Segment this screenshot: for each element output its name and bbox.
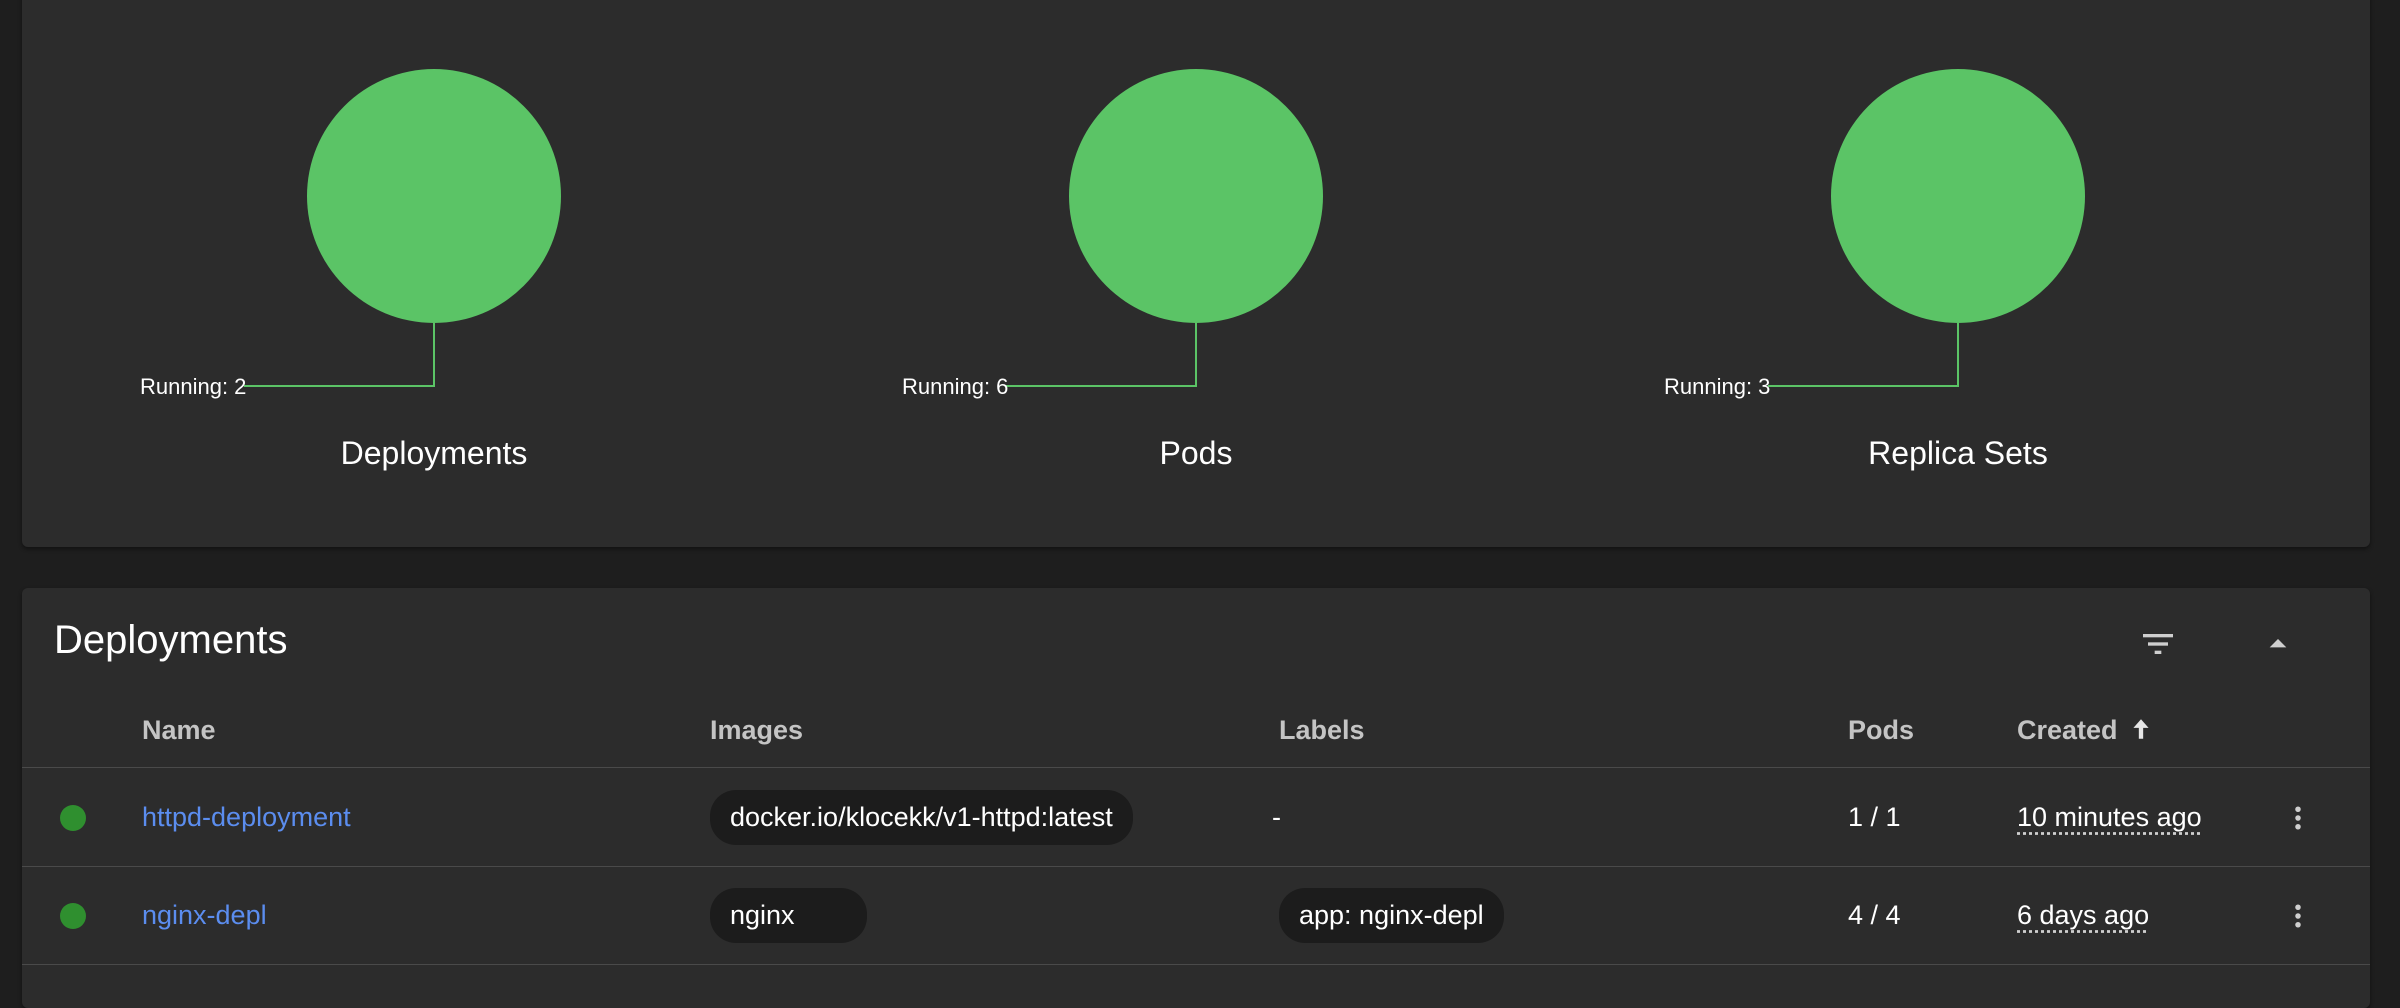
status-cell	[60, 867, 86, 964]
row-actions-button[interactable]	[2283, 769, 2313, 866]
created-value: 6 days ago	[2017, 900, 2150, 930]
pie-label: Running: 6	[902, 374, 1008, 399]
label-chip: app: nginx-depl	[1279, 888, 1504, 943]
workload-status-card: Running: 2 Deployments Running: 6 Pods R…	[22, 0, 2370, 547]
created-value: 10 minutes ago	[2017, 802, 2202, 832]
arrow-up-icon	[2269, 639, 2287, 648]
created-cell: 6 days ago	[2017, 867, 2149, 964]
more-vert-icon	[2295, 904, 2301, 927]
pods-cell: 1 / 1	[1848, 769, 1901, 866]
filter-icon	[2143, 634, 2173, 654]
table-row: nginx-depl nginx app: nginx-depl 4 / 4 6…	[22, 867, 2370, 965]
pie-label-leader	[244, 323, 435, 387]
pods-cell: 4 / 4	[1848, 867, 1901, 964]
table-row: httpd-deployment docker.io/klocekk/v1-ht…	[22, 769, 2370, 867]
column-header-name[interactable]: Name	[142, 692, 216, 768]
name-cell: httpd-deployment	[142, 769, 351, 866]
chart-pods: Running: 6 Pods	[784, 0, 1544, 547]
pods-value: 4 / 4	[1848, 900, 1901, 930]
arrow-upward-icon	[2132, 719, 2149, 739]
status-cell	[60, 769, 86, 866]
pods-value: 1 / 1	[1848, 802, 1901, 832]
name-cell: nginx-depl	[142, 867, 267, 964]
image-chip: nginx	[710, 888, 867, 943]
chart-title: Replica Sets	[1868, 435, 2048, 471]
column-header-labels: Labels	[1279, 715, 1365, 745]
filter-button[interactable]	[2126, 612, 2190, 676]
created-cell: 10 minutes ago	[2017, 769, 2202, 866]
chart-deployments: Running: 2 Deployments	[22, 0, 782, 547]
column-header-created[interactable]: Created	[2017, 692, 2154, 768]
pie-slice-running[interactable]	[1831, 69, 2085, 323]
pie-label: Running: 2	[140, 374, 246, 399]
column-header-pods: Pods	[1848, 715, 1915, 745]
labels-cell: -	[1272, 769, 1281, 866]
column-header-images: Images	[710, 715, 804, 745]
labels-value: -	[1272, 802, 1281, 832]
deployments-card: Deployments Name Images Labels Pods Crea…	[22, 588, 2370, 1008]
chart-title: Deployments	[340, 435, 528, 471]
column-header-created-label: Created	[2017, 715, 2118, 745]
more-vert-icon	[2295, 806, 2301, 829]
table-header: Name Images Labels Pods Created	[22, 692, 2370, 768]
pie-label-leader	[1006, 323, 1197, 387]
status-ok-icon	[60, 902, 86, 929]
labels-cell: app: nginx-depl	[1279, 867, 1504, 964]
row-actions-button[interactable]	[2283, 867, 2313, 964]
deployment-name-link[interactable]: httpd-deployment	[142, 802, 351, 833]
deployment-name-link[interactable]: nginx-depl	[142, 900, 267, 931]
pie-slice-running[interactable]	[307, 69, 561, 323]
chart-replica-sets: Running: 3 Replica Sets	[1546, 0, 2306, 547]
collapse-button[interactable]	[2246, 612, 2310, 676]
deployments-list-title: Deployments	[54, 618, 288, 662]
image-chip: docker.io/klocekk/v1-httpd:latest	[710, 790, 1133, 845]
images-cell: docker.io/klocekk/v1-httpd:latest	[710, 769, 1133, 866]
pie-label-leader	[1768, 323, 1959, 387]
pie-slice-running[interactable]	[1069, 69, 1323, 323]
status-ok-icon	[60, 804, 86, 831]
images-cell: nginx	[710, 867, 867, 964]
pie-label: Running: 3	[1664, 374, 1770, 399]
chart-title: Pods	[1159, 435, 1233, 471]
